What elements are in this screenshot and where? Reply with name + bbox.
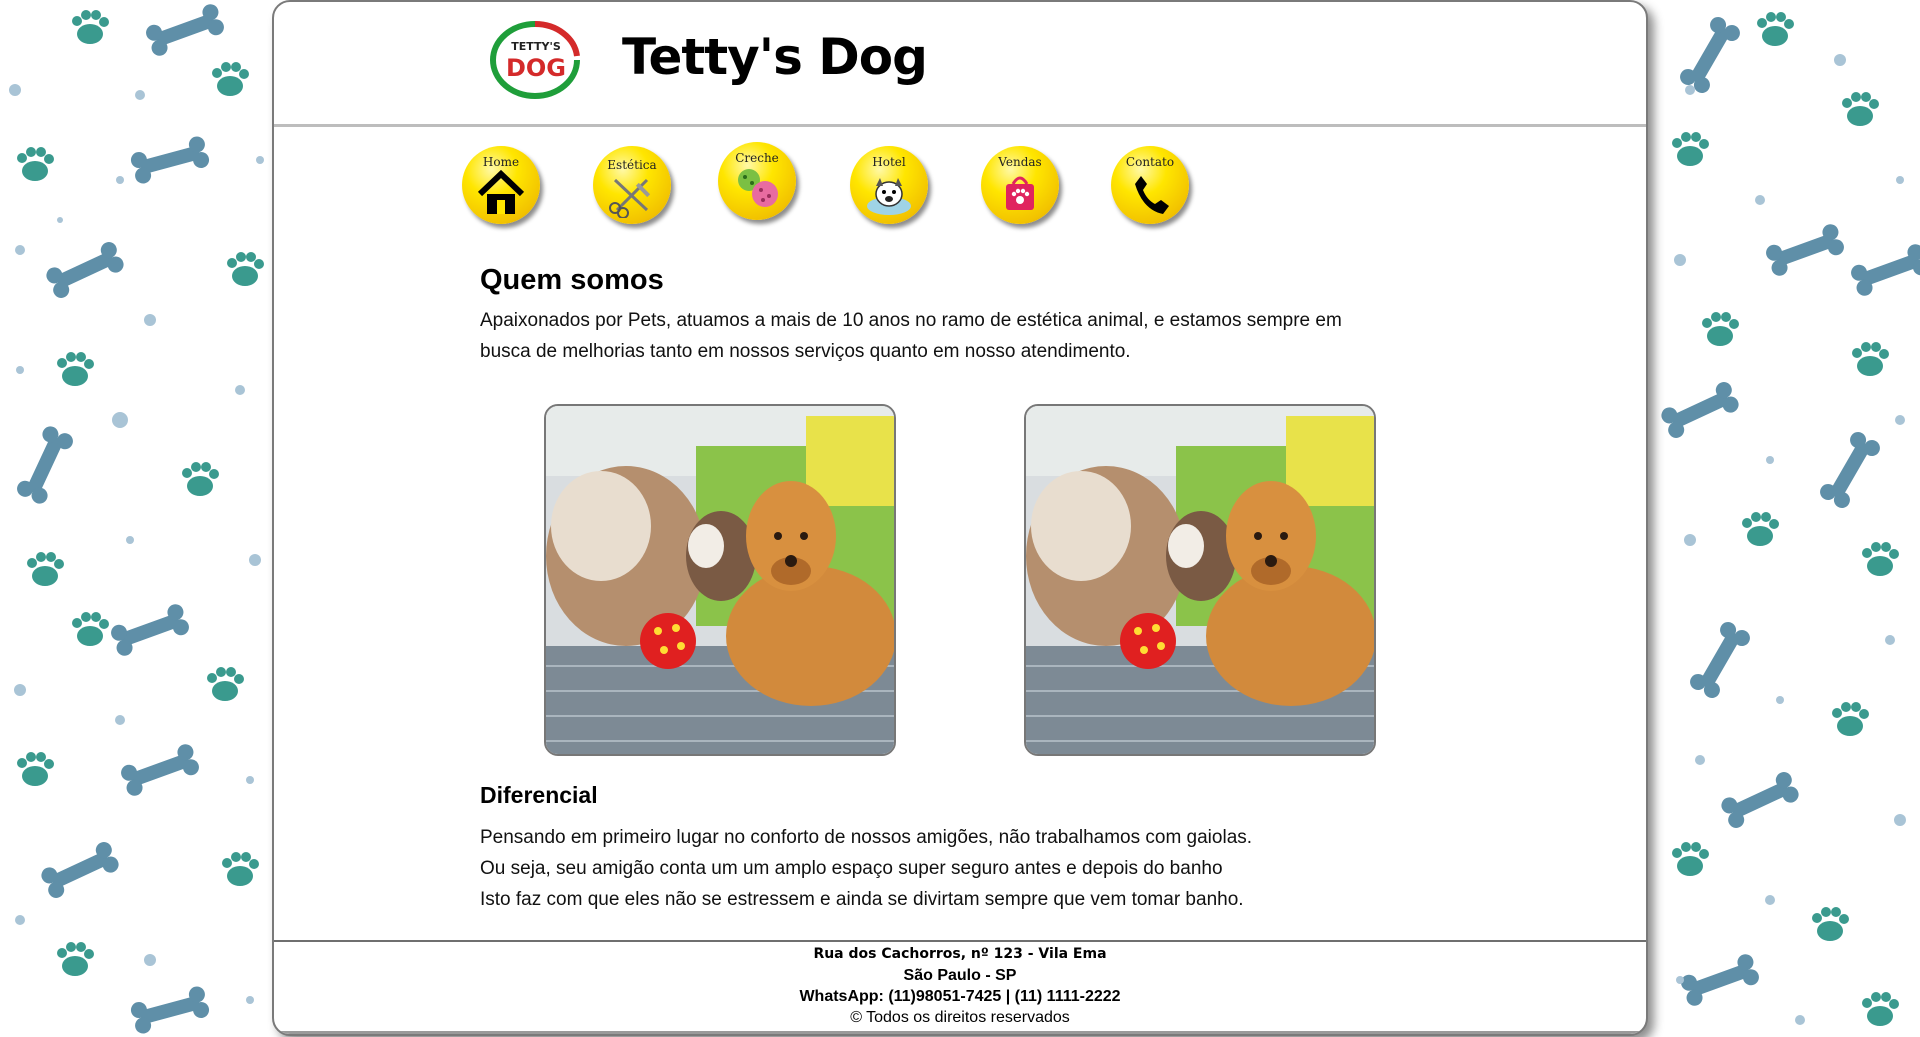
- nav-item-contato[interactable]: Contato: [1111, 146, 1195, 230]
- footer-whatsapp: WhatsApp: (11)98051-7425 | (11) 1111-222…: [799, 988, 1121, 1005]
- differential-line: Pensando em primeiro lugar no conforto d…: [480, 827, 1253, 848]
- differential-line: Ou seja, seu amigão conta um um amplo es…: [480, 858, 1223, 879]
- photo-gallery: [544, 404, 1384, 760]
- balls-icon: [738, 169, 778, 207]
- nav-label: Home: [482, 155, 520, 169]
- dogs-photo: [1024, 404, 1376, 756]
- about-text: Apaixonados por Pets, atuamos a mais de …: [480, 305, 1440, 367]
- dogs-photo: [544, 404, 896, 756]
- site-logo[interactable]: TETTY'S DOG: [480, 16, 590, 104]
- nav-item-creche[interactable]: Creche: [718, 142, 802, 230]
- shopping-bag-icon: [1006, 176, 1034, 210]
- footer-rights: © Todos os direitos reservados: [850, 1009, 1070, 1026]
- house-icon: [477, 169, 525, 214]
- nav-item-vendas[interactable]: Vendas: [981, 146, 1065, 230]
- nav-item-hotel[interactable]: Hotel: [850, 146, 934, 230]
- differential-heading: Diferencial: [480, 782, 598, 808]
- nav-label: Contato: [1125, 155, 1175, 169]
- logo-emblem-icon: TETTY'S DOG: [490, 20, 580, 99]
- nav-item-home[interactable]: Home: [462, 146, 546, 230]
- about-section: Quem somos Apaixonados por Pets, atuamos…: [480, 264, 1440, 367]
- nav-label: Vendas: [998, 155, 1042, 169]
- about-heading: Quem somos: [480, 264, 664, 296]
- nav-item-estetica[interactable]: Estética: [593, 146, 677, 230]
- nav-label: Hotel: [872, 155, 906, 169]
- dog-bed-icon: [867, 178, 911, 215]
- scissors-comb-icon: [609, 178, 651, 218]
- main-nav: Home Estética Creche Hotel Vendas Contat…: [462, 142, 1222, 231]
- phone-icon: [1135, 176, 1169, 214]
- differential-line: Isto faz com que eles não se estressem e…: [480, 889, 1244, 910]
- footer-address: Rua dos Cachorros, nº 123 - Vila Ema: [813, 946, 1107, 962]
- logo-main-text: DOG: [506, 54, 566, 82]
- about-text-line2: busca de melhorias tanto em nossos servi…: [480, 341, 1131, 362]
- logo-top-text: TETTY'S: [511, 40, 561, 53]
- site-title: Tetty's Dog: [622, 28, 928, 86]
- site-header: TETTY'S DOG Tetty's Dog: [274, 2, 1646, 127]
- site-footer: Rua dos Cachorros, nº 123 - Vila Ema São…: [274, 940, 1646, 1034]
- differential-text: Pensando em primeiro lugar no conforto d…: [480, 822, 1252, 915]
- bottom-divider: [274, 1031, 1646, 1034]
- about-text-line1: Apaixonados por Pets, atuamos a mais de …: [480, 310, 1342, 331]
- page-container: TETTY'S DOG Tetty's Dog Home Estética Cr…: [272, 0, 1648, 1036]
- footer-city: São Paulo - SP: [903, 967, 1017, 984]
